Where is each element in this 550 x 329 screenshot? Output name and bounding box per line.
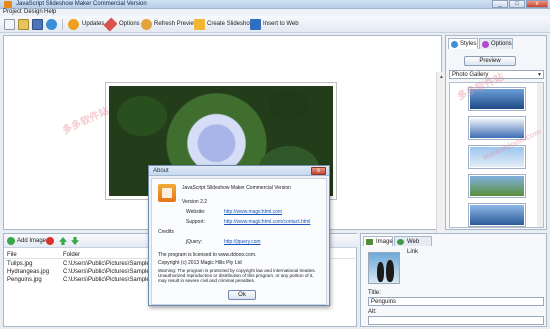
remove-image-icon[interactable] — [46, 237, 54, 245]
preview-button[interactable]: Preview — [464, 56, 516, 66]
menu-bar: Project Design Help — [0, 9, 550, 16]
file-name: Penguins.jpg — [7, 277, 42, 283]
preview-button-label: Preview — [479, 58, 501, 64]
help-icon[interactable] — [46, 19, 57, 30]
menu-design[interactable]: Design — [24, 9, 43, 16]
styles-icon — [451, 41, 458, 48]
tab-styles[interactable]: Styles — [448, 38, 478, 49]
open-folder-icon[interactable] — [18, 19, 29, 30]
insert-web-icon[interactable] — [250, 19, 261, 30]
scroll-up-icon[interactable]: ▲ — [439, 74, 444, 80]
main-toolbar: Updates Options Refresh Preview Create S… — [0, 16, 550, 33]
tab-options-label: Options — [491, 41, 512, 47]
toolbar-separator — [62, 19, 63, 30]
save-icon[interactable] — [32, 19, 43, 30]
window-title: JavaScript Slideshow Maker Commercial Ve… — [16, 1, 147, 7]
updates-icon[interactable] — [68, 19, 79, 30]
product-name: JavaScript Slideshow Maker Commercial Ve… — [182, 185, 291, 191]
tab-web-link[interactable]: Web Link — [394, 236, 432, 255]
add-image-button[interactable]: Add Image — [17, 238, 46, 244]
dialog-body: JavaScript Slideshow Maker Commercial Ve… — [151, 178, 327, 305]
tab-image-label: Image — [376, 239, 393, 245]
app-logo-icon — [158, 184, 176, 202]
options-button[interactable]: Options — [119, 21, 140, 27]
tab-web-link-label: Web Link — [407, 239, 420, 255]
add-image-icon[interactable] — [7, 237, 15, 245]
license-text: The program is licensed to www.ddooo.com… — [158, 252, 257, 258]
file-name: Hydrangeas.jpg — [7, 269, 50, 275]
title-input-value: Penguins — [371, 299, 397, 305]
tab-options[interactable]: Options — [479, 38, 513, 49]
style-thumbnail[interactable] — [468, 203, 526, 227]
window-controls: _ □ x — [491, 0, 548, 9]
about-dialog: About x JavaScript Slideshow Maker Comme… — [148, 165, 330, 306]
title-bar: JavaScript Slideshow Maker Commercial Ve… — [0, 0, 550, 9]
create-slideshow-button[interactable]: Create Slideshow — [207, 21, 254, 27]
version-text: Version 2.2 — [182, 199, 208, 205]
app-icon — [4, 1, 12, 8]
move-up-icon[interactable] — [59, 237, 67, 245]
options-icon[interactable] — [103, 17, 118, 32]
updates-button[interactable]: Updates — [82, 21, 104, 27]
thumbnails-scrollbar[interactable] — [537, 83, 543, 227]
jquery-label: jQuery: — [186, 239, 203, 245]
dialog-title-bar: About x — [149, 166, 329, 176]
menu-project[interactable]: Project — [3, 9, 22, 16]
minimize-button[interactable]: _ — [492, 0, 508, 8]
styles-tabs: Styles Options — [448, 38, 546, 49]
image-icon — [366, 239, 373, 245]
style-thumbnail[interactable] — [468, 174, 526, 198]
column-file: File — [7, 252, 17, 258]
jquery-link[interactable]: http://jquery.com — [224, 239, 261, 245]
close-button[interactable]: x — [526, 0, 548, 8]
image-properties-panel: Image Web Link Title: Penguins Alt: — [360, 233, 547, 327]
alt-input[interactable] — [368, 316, 544, 325]
title-label: Title: — [368, 290, 381, 296]
title-input[interactable]: Penguins — [368, 297, 544, 306]
dialog-title: About — [153, 168, 169, 174]
tab-image[interactable]: Image — [363, 236, 393, 246]
dialog-close-button[interactable]: x — [311, 167, 326, 175]
warning-text: Warning: The program is protected by cop… — [158, 268, 316, 283]
alt-label: Alt: — [368, 309, 377, 315]
new-file-icon[interactable] — [4, 19, 15, 30]
support-label: Support: — [186, 219, 205, 225]
column-folder: Folder — [63, 252, 81, 258]
move-down-icon[interactable] — [71, 237, 79, 245]
menu-help[interactable]: Help — [44, 9, 56, 16]
refresh-icon[interactable] — [141, 19, 152, 30]
support-link[interactable]: http://www.magichtml.com/contact.html — [224, 219, 310, 225]
ok-button[interactable]: Ok — [228, 290, 256, 300]
globe-icon — [397, 239, 404, 245]
image-thumbnail — [368, 252, 400, 284]
chevron-down-icon: ▼ — [537, 72, 542, 78]
website-link[interactable]: http://www.magichtml.com — [224, 209, 282, 215]
maximize-button[interactable]: □ — [509, 0, 525, 8]
tab-styles-label: Styles — [460, 41, 477, 47]
create-slideshow-icon[interactable] — [194, 19, 205, 30]
copyright-text: Copyright (c) 2013 Magic Hills Pty Ltd — [158, 260, 242, 266]
refresh-preview-button[interactable]: Refresh Preview — [154, 21, 198, 27]
file-name: Tulips.jpg — [7, 261, 33, 267]
credits-label: Credits — [158, 229, 174, 235]
insert-to-web-button[interactable]: Insert to Web — [263, 21, 299, 27]
options-tab-icon — [482, 41, 489, 48]
website-label: Website: — [186, 209, 206, 215]
